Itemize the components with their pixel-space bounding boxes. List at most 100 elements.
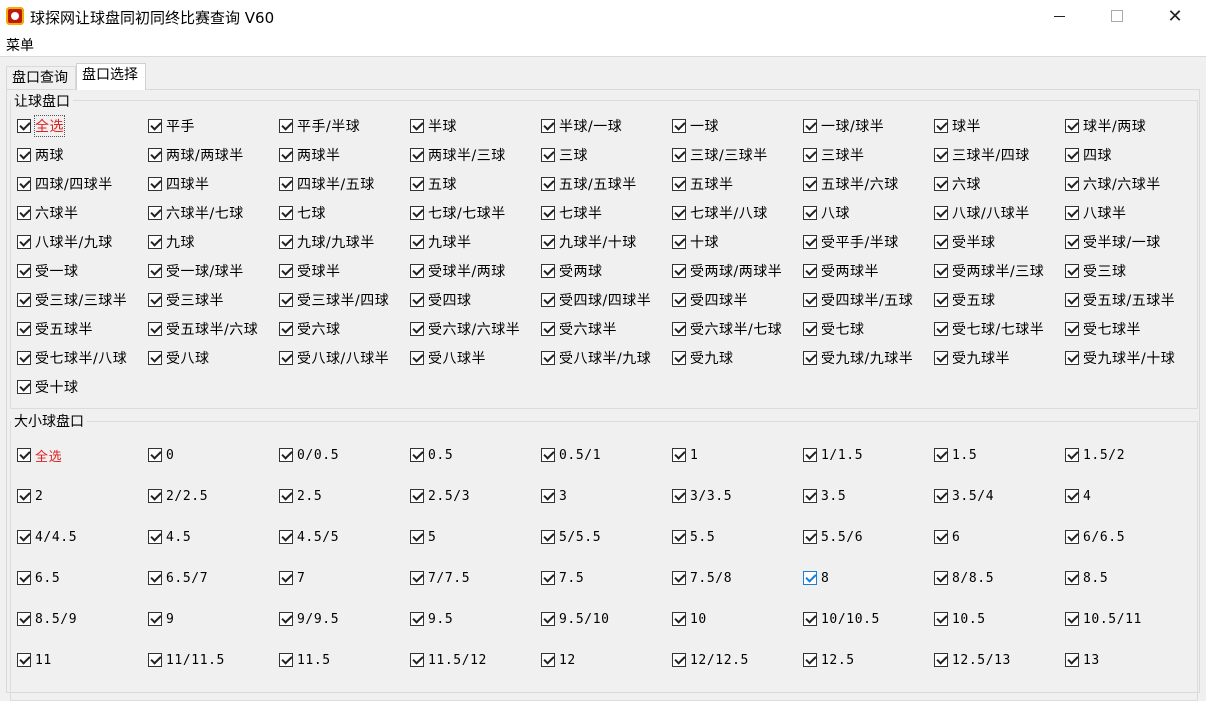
checkbox-checked-icon[interactable] (410, 148, 424, 162)
checkbox-checked-icon[interactable] (541, 489, 555, 503)
option-checkbox[interactable]: 5/5.5 (541, 527, 601, 547)
option-checkbox[interactable]: 3.5 (803, 486, 846, 506)
checkbox-checked-icon[interactable] (17, 380, 31, 394)
checkbox-checked-icon[interactable] (803, 119, 817, 133)
checkbox-checked-icon[interactable] (279, 177, 293, 191)
checkbox-checked-icon[interactable] (1065, 571, 1079, 585)
checkbox-checked-icon[interactable] (672, 148, 686, 162)
select-all-checkbox[interactable]: 全选 (17, 445, 62, 465)
option-checkbox[interactable]: 8.5 (1065, 568, 1108, 588)
checkbox-checked-icon[interactable] (279, 322, 293, 336)
checkbox-checked-icon[interactable] (279, 571, 293, 585)
checkbox-checked-icon[interactable] (541, 653, 555, 667)
checkbox-checked-icon[interactable] (17, 293, 31, 307)
option-checkbox[interactable]: 八球半/九球 (17, 232, 113, 252)
option-checkbox[interactable]: 受九球半/十球 (1065, 348, 1175, 368)
checkbox-checked-icon[interactable] (672, 351, 686, 365)
checkbox-checked-icon[interactable] (541, 206, 555, 220)
checkbox-checked-icon[interactable] (410, 489, 424, 503)
option-checkbox[interactable]: 受两球/两球半 (672, 261, 782, 281)
checkbox-checked-icon[interactable] (672, 322, 686, 336)
checkbox-checked-icon[interactable] (148, 571, 162, 585)
checkbox-checked-icon[interactable] (17, 148, 31, 162)
maximize-button[interactable] (1088, 0, 1146, 32)
option-checkbox[interactable]: 12 (541, 650, 576, 670)
checkbox-checked-icon[interactable] (1065, 177, 1079, 191)
option-checkbox[interactable]: 1/1.5 (803, 445, 863, 465)
checkbox-checked-icon[interactable] (934, 235, 948, 249)
option-checkbox[interactable]: 受八球/八球半 (279, 348, 389, 368)
checkbox-checked-icon[interactable] (803, 293, 817, 307)
option-checkbox[interactable]: 三球/三球半 (672, 145, 768, 165)
option-checkbox[interactable]: 受五球半/六球 (148, 319, 258, 339)
checkbox-checked-icon[interactable] (1065, 322, 1079, 336)
checkbox-checked-icon[interactable] (279, 293, 293, 307)
checkbox-checked-icon[interactable] (148, 489, 162, 503)
checkbox-checked-icon[interactable] (148, 206, 162, 220)
checkbox-checked-icon[interactable] (803, 235, 817, 249)
option-checkbox[interactable]: 受一球 (17, 261, 79, 281)
option-checkbox[interactable]: 七球半 (541, 203, 603, 223)
checkbox-checked-icon[interactable] (410, 530, 424, 544)
option-checkbox[interactable]: 九球半 (410, 232, 472, 252)
checkbox-checked-icon[interactable] (541, 148, 555, 162)
option-checkbox[interactable]: 受十球 (17, 377, 79, 397)
option-checkbox[interactable]: 六球 (934, 174, 981, 194)
option-checkbox[interactable]: 5 (410, 527, 436, 547)
checkbox-checked-icon[interactable] (672, 119, 686, 133)
option-checkbox[interactable]: 受五球半 (17, 319, 93, 339)
checkbox-checked-icon[interactable] (541, 177, 555, 191)
checkbox-checked-icon[interactable] (148, 264, 162, 278)
option-checkbox[interactable]: 受两球半 (803, 261, 879, 281)
checkbox-checked-icon[interactable] (672, 206, 686, 220)
option-checkbox[interactable]: 四球/四球半 (17, 174, 113, 194)
checkbox-checked-icon[interactable] (1065, 530, 1079, 544)
checkbox-checked-icon[interactable] (541, 293, 555, 307)
option-checkbox[interactable]: 受八球半 (410, 348, 486, 368)
option-checkbox[interactable]: 13 (1065, 650, 1100, 670)
checkbox-checked-icon[interactable] (17, 119, 31, 133)
checkbox-checked-icon[interactable] (803, 206, 817, 220)
checkbox-checked-icon[interactable] (934, 351, 948, 365)
minimize-button[interactable] (1030, 0, 1088, 32)
checkbox-checked-icon[interactable] (1065, 351, 1079, 365)
checkbox-checked-icon[interactable] (1065, 293, 1079, 307)
option-checkbox[interactable]: 两球半 (279, 145, 341, 165)
option-checkbox[interactable]: 4.5 (148, 527, 191, 547)
option-checkbox[interactable]: 受球半 (279, 261, 341, 281)
checkbox-checked-icon[interactable] (410, 653, 424, 667)
option-checkbox[interactable]: 五球半 (672, 174, 734, 194)
checkbox-checked-icon[interactable] (1065, 119, 1079, 133)
option-checkbox[interactable]: 2.5 (279, 486, 322, 506)
checkbox-checked-icon[interactable] (934, 653, 948, 667)
option-checkbox[interactable]: 2/2.5 (148, 486, 208, 506)
checkbox-checked-icon[interactable] (279, 148, 293, 162)
checkbox-checked-icon[interactable] (541, 448, 555, 462)
option-checkbox[interactable]: 半球 (410, 116, 457, 136)
option-checkbox[interactable]: 七球半/八球 (672, 203, 768, 223)
option-checkbox[interactable]: 八球/八球半 (934, 203, 1030, 223)
checkbox-checked-icon[interactable] (934, 177, 948, 191)
option-checkbox[interactable]: 0/0.5 (279, 445, 339, 465)
checkbox-checked-icon[interactable] (148, 448, 162, 462)
checkbox-checked-icon[interactable] (410, 322, 424, 336)
option-checkbox[interactable]: 8.5/9 (17, 609, 77, 629)
checkbox-checked-icon[interactable] (1065, 206, 1079, 220)
option-checkbox[interactable]: 4.5/5 (279, 527, 339, 547)
option-checkbox[interactable]: 受六球/六球半 (410, 319, 520, 339)
option-checkbox[interactable]: 受四球/四球半 (541, 290, 651, 310)
option-checkbox[interactable]: 受八球半/九球 (541, 348, 651, 368)
option-checkbox[interactable]: 2.5/3 (410, 486, 470, 506)
checkbox-checked-icon[interactable] (279, 206, 293, 220)
checkbox-checked-icon[interactable] (672, 293, 686, 307)
checkbox-checked-icon[interactable] (410, 571, 424, 585)
option-checkbox[interactable]: 受球半/两球 (410, 261, 506, 281)
option-checkbox[interactable]: 受两球 (541, 261, 603, 281)
checkbox-checked-icon[interactable] (934, 206, 948, 220)
checkbox-checked-icon[interactable] (541, 235, 555, 249)
checkbox-checked-icon[interactable] (934, 264, 948, 278)
option-checkbox[interactable]: 8 (803, 568, 829, 588)
option-checkbox[interactable]: 八球半 (1065, 203, 1127, 223)
option-checkbox[interactable]: 受九球 (672, 348, 734, 368)
option-checkbox[interactable]: 受六球半 (541, 319, 617, 339)
